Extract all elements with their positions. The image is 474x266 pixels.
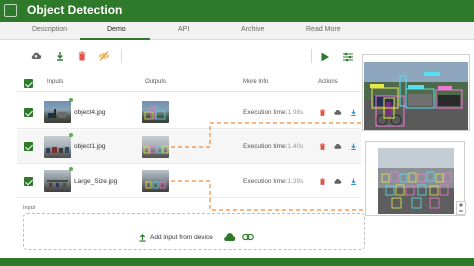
header-outputs: Outputs [145, 79, 167, 85]
output-thumbnail[interactable] [142, 101, 169, 123]
select-all-checkbox[interactable] [24, 79, 33, 88]
active-tab-indicator [80, 38, 150, 40]
download-row-icon[interactable] [349, 177, 358, 186]
input-section-label: Input [23, 205, 36, 211]
tab-api[interactable]: API [178, 26, 189, 33]
download-row-icon[interactable] [349, 142, 358, 151]
output-thumbnail[interactable] [142, 170, 169, 192]
link-icon[interactable] [242, 233, 254, 241]
settings-icon[interactable] [342, 51, 354, 63]
input-filename: object4.jpg [74, 109, 106, 116]
tab-read-more[interactable]: Read More [306, 26, 341, 33]
status-dot [69, 98, 73, 102]
output-thumbnail[interactable] [142, 136, 169, 158]
output-preview-window[interactable] [362, 54, 470, 131]
tab-bar: Description Demo API Archive Read More [0, 22, 474, 40]
row-checkbox[interactable] [24, 177, 33, 186]
trash-icon[interactable] [76, 50, 88, 62]
toolbar-divider [311, 49, 312, 63]
input-filename: object1.jpg [74, 143, 106, 150]
status-dot [69, 167, 73, 171]
output-preview-window[interactable] [365, 141, 465, 216]
cloud-upload-icon[interactable] [30, 50, 42, 62]
table-header [17, 75, 361, 92]
header-actions: Actions [318, 79, 338, 85]
input-dropzone[interactable] [23, 213, 365, 250]
row-checkbox[interactable] [24, 108, 33, 117]
upload-arrow-icon[interactable] [138, 233, 147, 242]
title-bar: Object Detection [0, 0, 474, 22]
cloud-icon[interactable] [223, 232, 236, 242]
execution-time: Execution time:1.39s [243, 178, 304, 185]
delete-row-icon[interactable] [318, 142, 327, 151]
annotated-output-image [378, 148, 454, 214]
execution-time: Execution time:1.98s [243, 109, 304, 116]
status-dot [69, 133, 73, 137]
input-thumbnail[interactable] [44, 101, 71, 123]
delete-row-icon[interactable] [318, 177, 327, 186]
tab-description[interactable]: Description [32, 26, 67, 33]
toolbar-divider [121, 49, 122, 63]
zoom-controls-icon[interactable] [456, 201, 466, 215]
input-filename: Large_Size.jpg [74, 178, 118, 185]
header-inputs: Inputs [47, 79, 64, 85]
app-title: Object Detection [27, 3, 123, 17]
no-eye-icon[interactable] [98, 50, 110, 62]
input-thumbnail[interactable] [44, 170, 71, 192]
play-icon[interactable] [319, 51, 331, 63]
row-checkbox[interactable] [24, 142, 33, 151]
window-menu-icon[interactable] [4, 4, 17, 17]
delete-row-icon[interactable] [318, 108, 327, 117]
cloud-upload-row-icon[interactable] [333, 142, 342, 151]
download-icon[interactable] [54, 50, 66, 62]
bottom-bar [0, 258, 474, 266]
tab-demo[interactable]: Demo [107, 26, 126, 33]
annotated-output-image [364, 62, 468, 130]
add-input-from-device-button[interactable]: Add input from device [150, 234, 213, 241]
cloud-upload-row-icon[interactable] [333, 177, 342, 186]
execution-time: Execution time:1.40s [243, 143, 304, 150]
download-row-icon[interactable] [349, 108, 358, 117]
input-thumbnail[interactable] [44, 136, 71, 158]
cloud-upload-row-icon[interactable] [333, 108, 342, 117]
header-more-info: More Info [243, 79, 269, 85]
tab-archive[interactable]: Archive [241, 26, 264, 33]
